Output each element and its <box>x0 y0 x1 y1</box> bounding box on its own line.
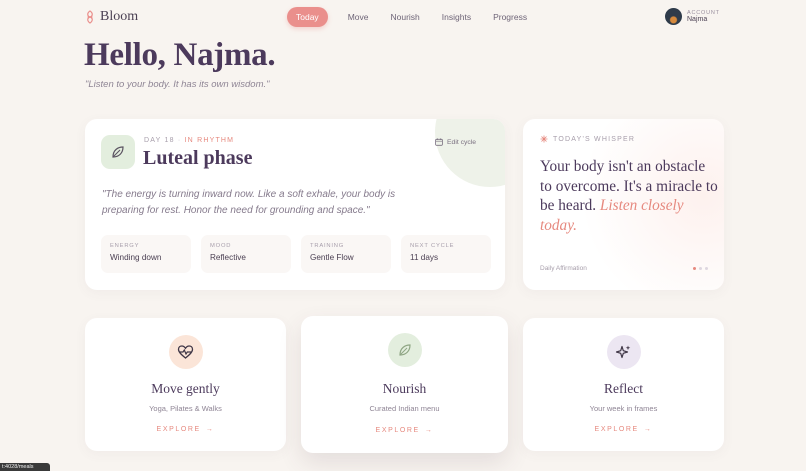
explore-label: EXPLORE <box>594 426 639 433</box>
feature-subtitle: Your week in frames <box>589 404 658 413</box>
carousel-dot[interactable] <box>705 267 708 270</box>
kicker-separator: · <box>177 137 182 144</box>
app-name: Bloom <box>100 9 139 24</box>
stat-label: ENERGY <box>110 243 140 249</box>
account-meta: ACCOUNT Najma <box>687 10 720 23</box>
stat-label: NEXT CYCLE <box>410 243 455 249</box>
avatar[interactable] <box>665 8 682 25</box>
explore-link[interactable]: EXPLORE → <box>523 426 724 433</box>
stat-label: TRAINING <box>310 243 345 249</box>
explore-link[interactable]: EXPLORE → <box>85 426 286 433</box>
carousel-dot[interactable] <box>693 267 696 270</box>
top-header: Bloom Today Move Nourish Insights Progre… <box>0 0 806 34</box>
sparkle-icon <box>615 345 631 358</box>
leaf-icon <box>398 344 411 356</box>
edit-cycle-button[interactable]: Edit cycle <box>435 138 476 146</box>
stat-next-cycle: NEXT CYCLE 11 days <box>401 235 491 273</box>
whisper-card: TODAY'S WHISPER Your body isn't an obsta… <box>523 119 724 290</box>
feature-subtitle: Yoga, Pilates & Walks <box>149 404 222 413</box>
feature-card-move[interactable]: Move gently Yoga, Pilates & Walks EXPLOR… <box>85 318 286 451</box>
nav-today[interactable]: Today <box>287 7 328 27</box>
flower-logo-icon <box>87 10 93 24</box>
nav-move[interactable]: Move <box>340 7 377 27</box>
stat-training: TRAINING Gentle Flow <box>301 235 391 273</box>
feature-icon-badge <box>168 335 203 369</box>
explore-label: EXPLORE <box>156 426 201 433</box>
carousel-dot[interactable] <box>699 267 702 270</box>
explore-label: EXPLORE <box>375 427 420 434</box>
logo[interactable]: Bloom <box>85 9 138 25</box>
phase-quote: "The energy is turning inward now. Like … <box>102 189 396 216</box>
feature-icon-badge <box>387 333 422 367</box>
feature-title: Reflect <box>604 381 643 396</box>
arrow-right-icon: → <box>643 426 653 433</box>
cycle-day: DAY 18 <box>144 137 175 144</box>
whisper-footer: Daily Affirmation <box>540 265 587 272</box>
feature-title: Nourish <box>382 381 427 396</box>
status-url: t:4028/meals <box>0 463 50 471</box>
feature-subtitle: Curated Indian menu <box>369 404 440 413</box>
arrow-right-icon: → <box>205 426 215 433</box>
heart-pulse-icon <box>177 344 194 359</box>
feature-card-nourish[interactable]: Nourish Curated Indian menu EXPLORE → <box>301 316 508 453</box>
nav-insights[interactable]: Insights <box>434 7 479 27</box>
stat-value: 11 days <box>410 253 439 262</box>
phase-kicker: DAY 18 · IN RHYTHM <box>144 137 234 144</box>
whisper-kicker: TODAY'S WHISPER <box>540 135 635 143</box>
nav-progress[interactable]: Progress <box>485 7 535 27</box>
decorative-circle <box>435 119 505 187</box>
phase-badge <box>101 135 135 169</box>
whisper-kicker-label: TODAY'S WHISPER <box>553 135 636 143</box>
stat-label: MOOD <box>210 243 232 249</box>
explore-link[interactable]: EXPLORE → <box>301 427 508 434</box>
sparkle-icon <box>540 135 548 143</box>
account-name: Najma <box>687 16 708 23</box>
phase-card: DAY 18 · IN RHYTHM Luteal phase Edit cyc… <box>85 119 505 290</box>
cycle-status: IN RHYTHM <box>184 137 235 144</box>
stat-value: Winding down <box>110 253 162 262</box>
phase-stats: ENERGY Winding down MOOD Reflective TRAI… <box>101 235 491 273</box>
feature-icon-badge <box>606 335 641 369</box>
account-menu[interactable]: ACCOUNT Najma <box>665 8 720 25</box>
arrow-right-icon: → <box>424 427 434 434</box>
calendar-icon <box>435 138 443 146</box>
greeting-quote: "Listen to your body. It has its own wis… <box>85 79 270 90</box>
main-nav: Today Move Nourish Insights Progress <box>287 7 535 27</box>
stat-value: Gentle Flow <box>310 253 354 262</box>
stat-value: Reflective <box>210 253 246 262</box>
stat-energy: ENERGY Winding down <box>101 235 191 273</box>
phase-title: Luteal phase <box>143 147 253 169</box>
edit-cycle-label: Edit cycle <box>447 138 477 146</box>
feature-title: Move gently <box>151 381 220 396</box>
page-title: Hello, Najma. <box>84 37 276 73</box>
nav-nourish[interactable]: Nourish <box>382 7 427 27</box>
stat-mood: MOOD Reflective <box>201 235 291 273</box>
carousel-dots <box>693 267 708 270</box>
whisper-text: Your body isn't an obstacle to overcome.… <box>540 157 718 235</box>
feature-card-reflect[interactable]: Reflect Your week in frames EXPLORE → <box>523 318 724 451</box>
leaf-icon <box>112 146 124 158</box>
